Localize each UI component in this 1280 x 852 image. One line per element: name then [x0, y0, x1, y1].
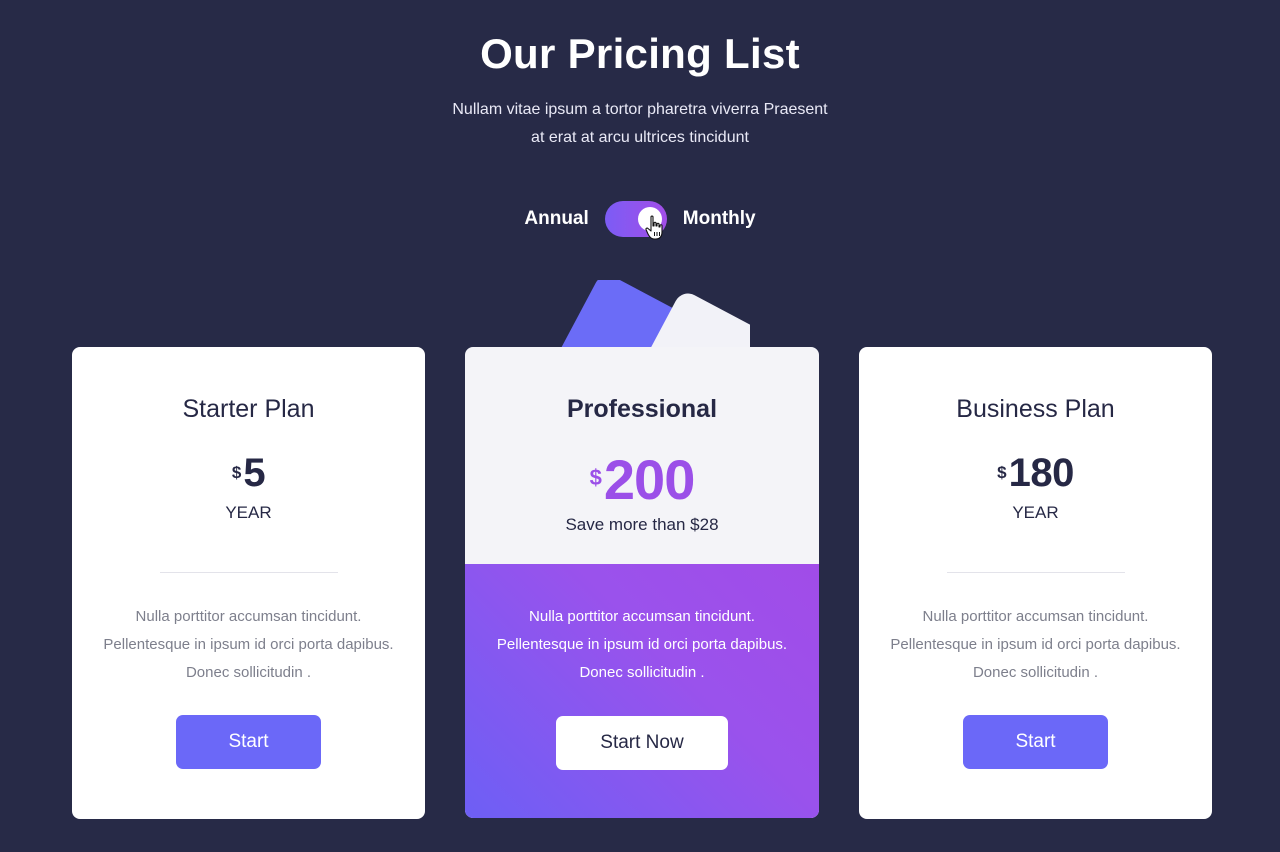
subtitle-line-1: Nullam vitae ipsum a tortor pharetra viv…	[452, 101, 828, 118]
start-button[interactable]: Start	[963, 715, 1108, 769]
featured-decoration	[540, 280, 750, 348]
billing-toggle-row: Annual Monthly	[0, 201, 1280, 240]
price-amount: 5	[243, 451, 266, 495]
divider	[947, 572, 1125, 573]
annual-label[interactable]: Annual	[524, 208, 588, 230]
plan-description: Nulla porttitor accumsan tincidunt. Pell…	[103, 608, 394, 681]
currency-symbol: $	[231, 463, 242, 482]
featured-card-footer: Nulla porttitor accumsan tincidunt. Pell…	[465, 564, 819, 818]
divider	[160, 572, 338, 573]
plan-name: Business Plan	[956, 395, 1115, 423]
subtitle-line-2: at erat at arcu ultrices tincidunt	[531, 129, 749, 146]
monthly-label[interactable]: Monthly	[683, 208, 756, 230]
page-subtitle: Nullam vitae ipsum a tortor pharetra viv…	[400, 96, 880, 152]
pricing-card-business: Business Plan $ 180 YEAR Nulla porttitor…	[859, 347, 1212, 819]
plan-description: Nulla porttitor accumsan tincidunt. Pell…	[496, 608, 788, 681]
billing-toggle-switch[interactable]	[604, 201, 667, 240]
currency-symbol: $	[997, 463, 1007, 482]
plan-description: Nulla porttitor accumsan tincidunt. Pell…	[890, 608, 1181, 681]
hand-pointer-icon	[645, 215, 663, 240]
start-now-button[interactable]: Start Now	[556, 716, 728, 770]
currency-symbol: $	[589, 465, 602, 490]
billing-period: YEAR	[225, 503, 272, 522]
page-title: Our Pricing List	[480, 30, 800, 77]
price-amount: 200	[603, 448, 695, 511]
price-amount: 180	[1008, 451, 1075, 495]
start-button[interactable]: Start	[176, 715, 321, 769]
pricing-card-starter: Starter Plan $ 5 YEAR Nulla porttitor ac…	[72, 347, 425, 819]
billing-period: YEAR	[1012, 503, 1059, 522]
savings-note: Save more than $28	[565, 515, 719, 534]
price: $ 5	[72, 451, 425, 496]
plan-name: Starter Plan	[182, 395, 315, 423]
price: $ 200	[465, 447, 819, 512]
plan-name: Professional	[566, 395, 718, 423]
pricing-card-professional: Professional $ 200 Save more than $28 Nu…	[465, 347, 819, 818]
price: $ 180	[859, 451, 1212, 496]
